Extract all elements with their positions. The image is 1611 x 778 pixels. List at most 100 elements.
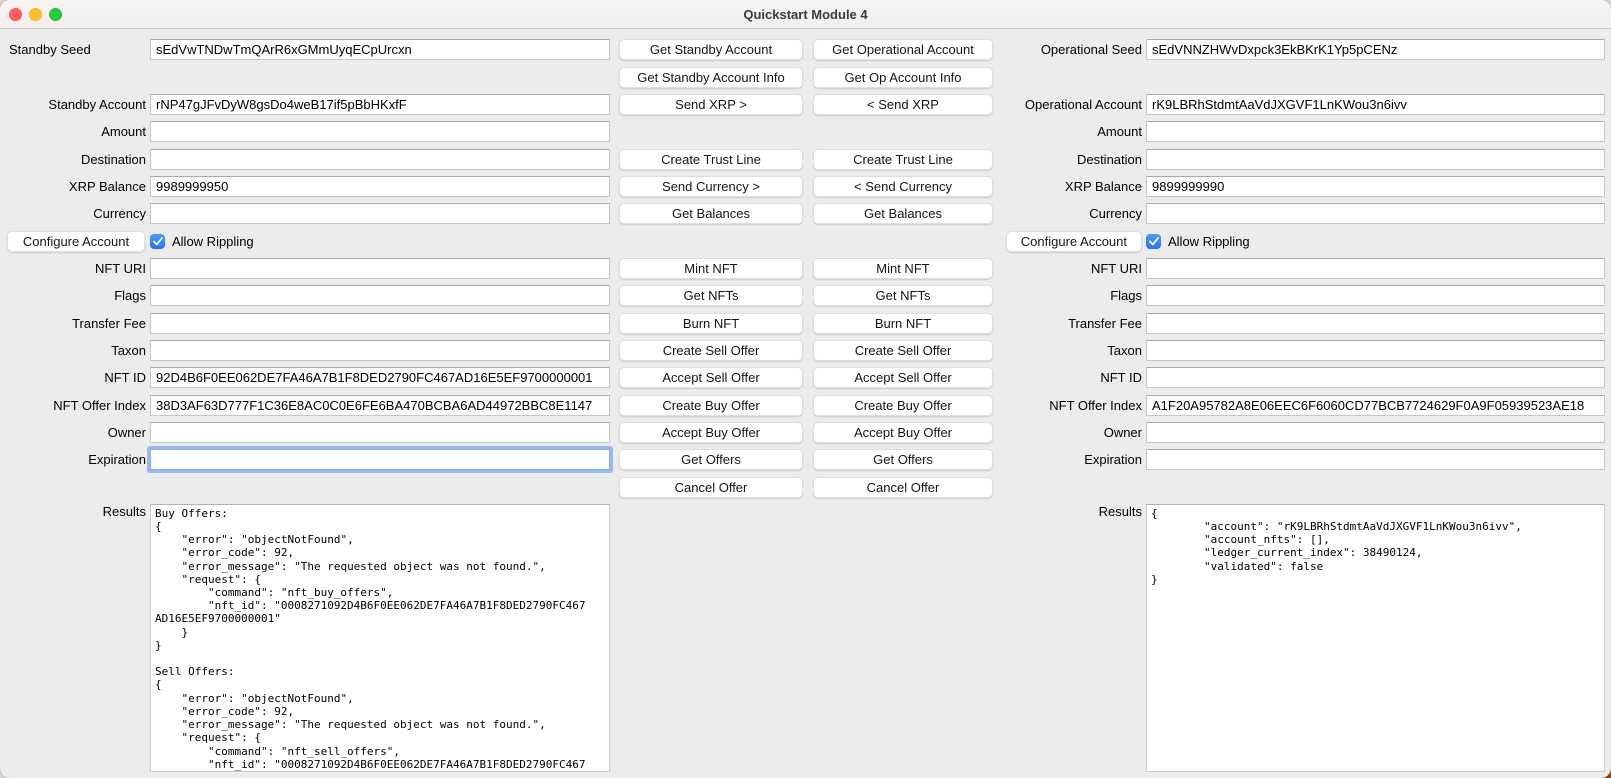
- operational-account-label: Operational Account: [997, 97, 1146, 112]
- standby-amount-label: Amount: [6, 124, 150, 139]
- standby-seed-label: Standby Seed: [6, 42, 150, 57]
- operational-transfer-fee-label: Transfer Fee: [997, 316, 1146, 331]
- standby-allow-rippling: Allow Rippling: [150, 234, 610, 249]
- operational-destination-input[interactable]: [1146, 149, 1605, 170]
- standby-accept-sell-offer-button[interactable]: Accept Sell Offer: [619, 367, 803, 388]
- standby-owner-input[interactable]: [150, 422, 610, 443]
- standby-send-xrp-button[interactable]: Send XRP >: [619, 94, 803, 115]
- standby-accept-buy-offer-button[interactable]: Accept Buy Offer: [619, 422, 803, 443]
- checkmark-icon: [153, 237, 163, 246]
- operational-nft-id-input[interactable]: [1146, 367, 1605, 388]
- standby-taxon-label: Taxon: [6, 343, 150, 358]
- operational-currency-label: Currency: [997, 206, 1146, 221]
- app-window: Quickstart Module 4 Standby Seed Get Sta…: [0, 0, 1611, 778]
- standby-create-sell-offer-button[interactable]: Create Sell Offer: [619, 340, 803, 361]
- standby-get-nfts-button[interactable]: Get NFTs: [619, 285, 803, 306]
- operational-xrp-balance-input[interactable]: [1146, 176, 1605, 197]
- operational-send-xrp-button[interactable]: < Send XRP: [813, 94, 993, 115]
- standby-nft-uri-input[interactable]: [150, 258, 610, 279]
- operational-expiration-input[interactable]: [1146, 449, 1605, 470]
- operational-xrp-balance-label: XRP Balance: [997, 179, 1146, 194]
- operational-send-currency-button[interactable]: < Send Currency: [813, 176, 993, 197]
- get-operational-account-button[interactable]: Get Operational Account: [813, 39, 993, 60]
- standby-get-offers-button[interactable]: Get Offers: [619, 449, 803, 470]
- standby-results-label: Results: [6, 504, 150, 519]
- standby-mint-nft-button[interactable]: Mint NFT: [619, 258, 803, 279]
- operational-account-input[interactable]: [1146, 94, 1605, 115]
- operational-amount-input[interactable]: [1146, 121, 1605, 142]
- standby-configure-account-button[interactable]: Configure Account: [7, 231, 145, 252]
- checkmark-icon: [1149, 237, 1159, 246]
- standby-xrp-balance-input[interactable]: [150, 176, 610, 197]
- standby-allow-rippling-label: Allow Rippling: [172, 234, 254, 249]
- operational-nft-id-label: NFT ID: [997, 370, 1146, 385]
- operational-seed-label: Operational Seed: [997, 42, 1146, 57]
- operational-transfer-fee-input[interactable]: [1146, 313, 1605, 334]
- operational-accept-sell-offer-button[interactable]: Accept Sell Offer: [813, 367, 993, 388]
- get-standby-account-button[interactable]: Get Standby Account: [619, 39, 803, 60]
- operational-create-buy-offer-button[interactable]: Create Buy Offer: [813, 395, 993, 416]
- operational-flags-label: Flags: [997, 288, 1146, 303]
- standby-seed-input[interactable]: [150, 39, 610, 60]
- standby-taxon-input[interactable]: [150, 340, 610, 361]
- standby-account-input[interactable]: [150, 94, 610, 115]
- operational-get-offers-button[interactable]: Get Offers: [813, 449, 993, 470]
- get-standby-account-info-button[interactable]: Get Standby Account Info: [619, 67, 803, 88]
- operational-amount-label: Amount: [997, 124, 1146, 139]
- standby-amount-input[interactable]: [150, 121, 610, 142]
- operational-mint-nft-button[interactable]: Mint NFT: [813, 258, 993, 279]
- standby-nft-id-input[interactable]: [150, 367, 610, 388]
- zoom-button[interactable]: [49, 8, 62, 21]
- operational-nft-offer-index-label: NFT Offer Index: [997, 398, 1146, 413]
- operational-create-sell-offer-button[interactable]: Create Sell Offer: [813, 340, 993, 361]
- standby-create-buy-offer-button[interactable]: Create Buy Offer: [619, 395, 803, 416]
- operational-destination-label: Destination: [997, 152, 1146, 167]
- operational-configure-account-button[interactable]: Configure Account: [1006, 231, 1142, 252]
- standby-account-label: Standby Account: [6, 97, 150, 112]
- standby-currency-input[interactable]: [150, 203, 610, 224]
- standby-create-trust-line-button[interactable]: Create Trust Line: [619, 149, 803, 170]
- standby-get-balances-button[interactable]: Get Balances: [619, 203, 803, 224]
- operational-get-nfts-button[interactable]: Get NFTs: [813, 285, 993, 306]
- operational-get-balances-button[interactable]: Get Balances: [813, 203, 993, 224]
- standby-expiration-label: Expiration: [6, 452, 150, 467]
- standby-expiration-input[interactable]: [150, 449, 610, 470]
- standby-cancel-offer-button[interactable]: Cancel Offer: [619, 477, 803, 498]
- operational-flags-input[interactable]: [1146, 285, 1605, 306]
- operational-results-label: Results: [997, 504, 1146, 519]
- operational-taxon-label: Taxon: [997, 343, 1146, 358]
- operational-create-trust-line-button[interactable]: Create Trust Line: [813, 149, 993, 170]
- standby-nft-id-label: NFT ID: [6, 370, 150, 385]
- standby-send-currency-button[interactable]: Send Currency >: [619, 176, 803, 197]
- operational-nft-uri-label: NFT URI: [997, 261, 1146, 276]
- minimize-button[interactable]: [29, 8, 42, 21]
- operational-taxon-input[interactable]: [1146, 340, 1605, 361]
- standby-destination-input[interactable]: [150, 149, 610, 170]
- operational-results-box[interactable]: { "account": "rK9LBRhStdmtAaVdJXGVF1LnKW…: [1146, 504, 1605, 772]
- standby-burn-nft-button[interactable]: Burn NFT: [619, 313, 803, 334]
- standby-nft-uri-label: NFT URI: [6, 261, 150, 276]
- main-content: Standby Seed Get Standby Account Get Ope…: [0, 29, 1611, 778]
- standby-results-text: Buy Offers: { "error": "objectNotFound",…: [151, 505, 609, 772]
- standby-allow-rippling-checkbox[interactable]: [150, 234, 165, 249]
- operational-burn-nft-button[interactable]: Burn NFT: [813, 313, 993, 334]
- operational-owner-input[interactable]: [1146, 422, 1605, 443]
- operational-currency-input[interactable]: [1146, 203, 1605, 224]
- operational-seed-input[interactable]: [1146, 39, 1605, 60]
- standby-owner-label: Owner: [6, 425, 150, 440]
- close-button[interactable]: [9, 8, 22, 21]
- traffic-lights: [9, 8, 62, 21]
- operational-accept-buy-offer-button[interactable]: Accept Buy Offer: [813, 422, 993, 443]
- standby-flags-input[interactable]: [150, 285, 610, 306]
- standby-results-box[interactable]: Buy Offers: { "error": "objectNotFound",…: [150, 504, 610, 772]
- standby-transfer-fee-input[interactable]: [150, 313, 610, 334]
- titlebar: Quickstart Module 4: [0, 0, 1611, 29]
- standby-nft-offer-index-input[interactable]: [150, 395, 610, 416]
- operational-cancel-offer-button[interactable]: Cancel Offer: [813, 477, 993, 498]
- standby-nft-offer-index-label: NFT Offer Index: [6, 398, 150, 413]
- operational-allow-rippling-checkbox[interactable]: [1146, 234, 1161, 249]
- get-op-account-info-button[interactable]: Get Op Account Info: [813, 67, 993, 88]
- operational-nft-offer-index-input[interactable]: [1146, 395, 1605, 416]
- standby-xrp-balance-label: XRP Balance: [6, 179, 150, 194]
- operational-nft-uri-input[interactable]: [1146, 258, 1605, 279]
